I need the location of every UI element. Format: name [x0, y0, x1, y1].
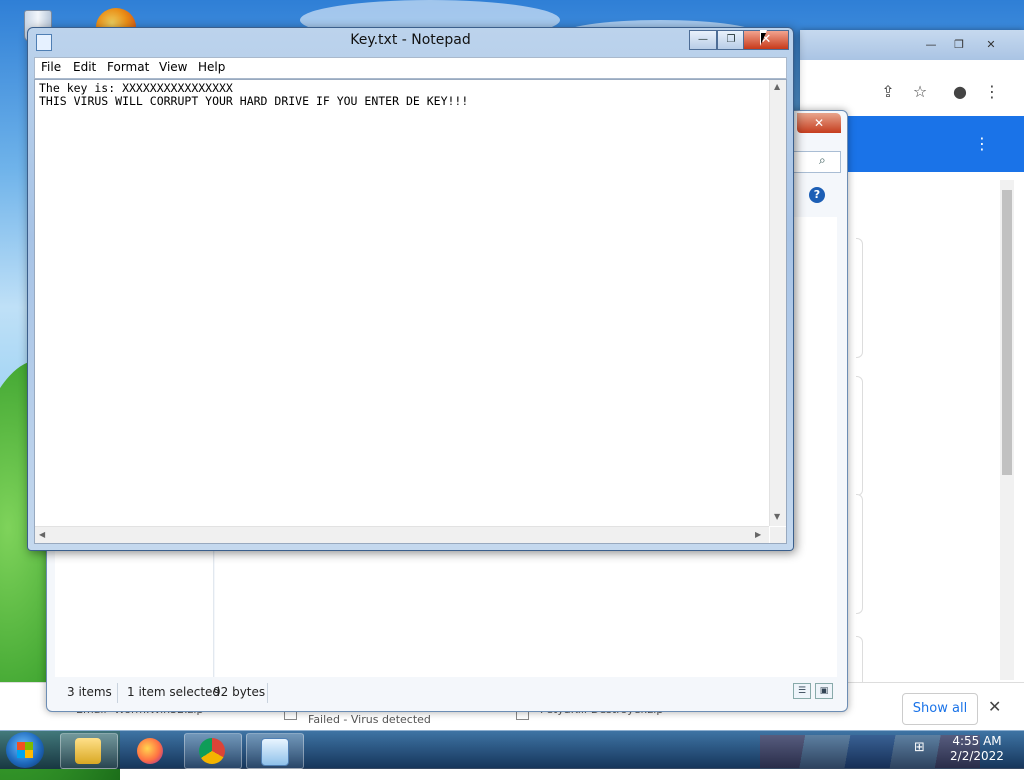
- maximize-button[interactable]: ❐: [717, 30, 745, 50]
- folder-icon: [75, 738, 101, 764]
- menu-edit[interactable]: Edit: [73, 60, 96, 74]
- chrome-titlebar: — ❐ ✕: [800, 30, 1024, 60]
- horizontal-scrollbar[interactable]: ◀ ▶: [35, 526, 769, 543]
- scroll-left-icon[interactable]: ◀: [39, 530, 45, 539]
- page-header-bar: ⋮: [848, 116, 1024, 172]
- page-scrollbar[interactable]: [1000, 180, 1014, 680]
- notepad-window: Key.txt - Notepad — ❐ ✕ File Edit Format…: [27, 27, 794, 551]
- close-icon[interactable]: ✕: [980, 38, 1002, 52]
- menu-file[interactable]: File: [41, 60, 61, 74]
- mouse-cursor-fill: [761, 33, 766, 44]
- notepad-taskbar-icon: [261, 738, 289, 766]
- search-icon[interactable]: ⌕: [819, 153, 826, 168]
- clock-date: 2/2/2022: [950, 749, 1004, 763]
- taskbar-chrome-button[interactable]: [184, 733, 242, 769]
- vertical-scrollbar[interactable]: ▲ ▼: [769, 80, 786, 526]
- window-title: Key.txt - Notepad: [350, 32, 471, 48]
- help-icon[interactable]: ?: [809, 187, 825, 203]
- more-options-icon[interactable]: ⋮: [974, 134, 990, 153]
- star-icon[interactable]: ☆: [908, 80, 932, 104]
- taskbar: ⊞ 4:55 AM 2/2/2022: [0, 730, 1024, 769]
- content-card: [856, 494, 863, 614]
- download-item-status: Failed - Virus detected: [308, 713, 431, 726]
- menu-help[interactable]: Help: [198, 60, 225, 74]
- network-icon[interactable]: ⊞: [914, 740, 930, 756]
- scroll-up-icon[interactable]: ▲: [774, 82, 780, 91]
- minimize-button[interactable]: —: [689, 30, 717, 50]
- status-divider: [267, 683, 268, 703]
- clock-time: 4:55 AM: [952, 734, 1002, 748]
- show-all-button[interactable]: Show all: [902, 693, 978, 725]
- menu-view[interactable]: View: [159, 60, 187, 74]
- scroll-right-icon[interactable]: ▶: [755, 530, 761, 539]
- chrome-icon: [199, 738, 225, 764]
- scroll-down-icon[interactable]: ▼: [774, 512, 780, 521]
- details-view-icon[interactable]: ☰: [793, 683, 811, 699]
- minimize-icon[interactable]: —: [920, 38, 942, 52]
- windows-logo-icon: [17, 750, 33, 758]
- explorer-close-button[interactable]: ✕: [797, 113, 841, 133]
- maximize-icon[interactable]: ❐: [948, 38, 970, 52]
- taskbar-firefox-button[interactable]: [122, 733, 180, 769]
- close-downloads-icon[interactable]: ✕: [988, 697, 1001, 716]
- content-card: [856, 238, 863, 358]
- large-icons-view-icon[interactable]: ▣: [815, 683, 833, 699]
- firefox-icon: [137, 738, 163, 764]
- taskbar-notepad-button[interactable]: [246, 733, 304, 769]
- start-button[interactable]: [6, 732, 44, 768]
- taskbar-explorer-button[interactable]: [60, 733, 118, 769]
- status-selected: 1 item selected: [127, 685, 221, 699]
- menu-bar: File Edit Format View Help: [34, 57, 787, 79]
- menu-dots-icon[interactable]: ⋮: [980, 80, 1004, 104]
- text-line-2: THIS VIRUS WILL CORRUPT YOUR HARD DRIVE …: [39, 94, 469, 108]
- status-size: 92 bytes: [213, 685, 266, 699]
- status-bar: 3 items 1 item selected 92 bytes ☰ ▣: [55, 679, 837, 707]
- menu-format[interactable]: Format: [107, 60, 149, 74]
- system-clock[interactable]: 4:55 AM 2/2/2022: [942, 734, 1012, 764]
- profile-icon[interactable]: ●: [948, 80, 972, 104]
- status-item-count: 3 items: [67, 685, 112, 699]
- resize-grip-icon[interactable]: [770, 527, 786, 543]
- text-editor[interactable]: The key is: XXXXXXXXXXXXXXXX THIS VIRUS …: [34, 79, 787, 544]
- share-icon[interactable]: ⇪: [876, 80, 900, 104]
- content-card: [856, 376, 863, 496]
- status-divider: [117, 683, 118, 703]
